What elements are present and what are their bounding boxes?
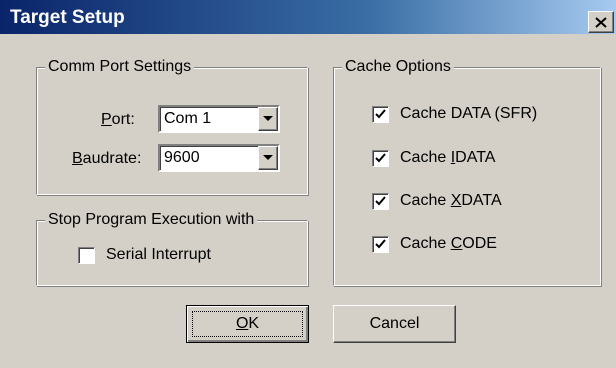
cache-idata-checkbox[interactable]: Cache IDATA bbox=[372, 148, 592, 168]
baudrate-label: Baudrate: bbox=[72, 150, 142, 167]
checkmark-icon bbox=[375, 109, 386, 119]
port-select[interactable]: Com 1 bbox=[158, 105, 280, 133]
checkmark-icon bbox=[375, 153, 386, 163]
cache-code-label: Cache CODE bbox=[400, 235, 497, 252]
cache-data-sfr-checkbox[interactable]: Cache DATA (SFR) bbox=[372, 104, 592, 124]
cache-options-group: Cache Options Cache DATA (SFR) Cache IDA… bbox=[333, 57, 601, 286]
baudrate-select[interactable]: 9600 bbox=[158, 144, 280, 172]
cache-xdata-label: Cache XDATA bbox=[400, 192, 502, 209]
cancel-label: Cancel bbox=[369, 315, 420, 332]
stop-execution-group: Stop Program Execution with Serial Inter… bbox=[36, 210, 308, 286]
chevron-down-icon bbox=[263, 116, 273, 121]
serial-interrupt-box[interactable] bbox=[78, 247, 95, 264]
checkmark-icon bbox=[375, 239, 386, 249]
cache-idata-label: Cache IDATA bbox=[400, 149, 496, 166]
comm-port-group-label: Comm Port Settings bbox=[45, 57, 195, 77]
close-icon bbox=[595, 16, 607, 28]
port-label: Port: bbox=[101, 111, 135, 128]
cache-data-sfr-box[interactable] bbox=[372, 106, 389, 123]
ok-button[interactable]: OK bbox=[186, 305, 309, 343]
cache-code-box[interactable] bbox=[372, 236, 389, 253]
cache-idata-box[interactable] bbox=[372, 150, 389, 167]
close-button[interactable] bbox=[588, 11, 614, 33]
baudrate-value: 9600 bbox=[164, 149, 200, 166]
cache-xdata-box[interactable] bbox=[372, 193, 389, 210]
port-dropdown-button[interactable] bbox=[258, 107, 278, 131]
chevron-down-icon bbox=[263, 155, 273, 160]
cache-data-sfr-label: Cache DATA (SFR) bbox=[400, 105, 538, 122]
window-title: Target Setup bbox=[10, 7, 125, 28]
baudrate-dropdown-button[interactable] bbox=[258, 146, 278, 170]
port-value: Com 1 bbox=[164, 110, 212, 127]
checkmark-icon bbox=[375, 196, 386, 206]
stop-execution-group-label: Stop Program Execution with bbox=[45, 210, 258, 230]
cache-xdata-checkbox[interactable]: Cache XDATA bbox=[372, 191, 592, 211]
comm-port-group: Comm Port Settings Port: Com 1 Baudrate:… bbox=[36, 57, 308, 195]
title-bar: Target Setup bbox=[0, 0, 616, 34]
serial-interrupt-label: Serial Interrupt bbox=[106, 246, 211, 263]
cache-code-checkbox[interactable]: Cache CODE bbox=[372, 234, 592, 254]
serial-interrupt-checkbox[interactable]: Serial Interrupt bbox=[78, 245, 278, 265]
cache-options-group-label: Cache Options bbox=[342, 57, 454, 77]
cancel-button[interactable]: Cancel bbox=[333, 305, 456, 343]
dialog-body: Comm Port Settings Port: Com 1 Baudrate:… bbox=[0, 34, 616, 368]
ok-label: OK bbox=[235, 315, 260, 332]
